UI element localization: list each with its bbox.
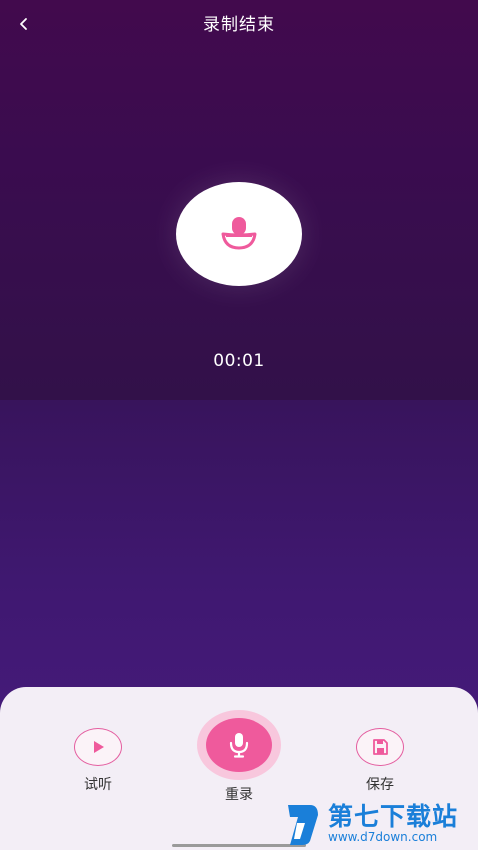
play-icon <box>94 741 104 753</box>
rerecord-button[interactable]: 重录 <box>197 710 281 804</box>
save-icon-ring <box>356 728 404 766</box>
watermark-url: www.d7down.com <box>328 830 438 844</box>
listen-label: 试听 <box>84 777 112 793</box>
rerecord-icon-core <box>206 718 272 772</box>
microphone-icon <box>221 217 257 250</box>
screen: 录制结束 00:01 试听 重录 保存 第七下载站 www.d7down.com <box>0 0 478 850</box>
save-label: 保存 <box>366 777 394 793</box>
rerecord-icon-ring <box>197 710 281 780</box>
watermark-name: 第七下载站 <box>328 802 459 831</box>
save-icon <box>373 739 388 755</box>
watermark: 第七下载站 www.d7down.com <box>284 797 478 850</box>
page-title: 录制结束 <box>203 15 275 35</box>
microphone-icon <box>229 733 249 758</box>
site-logo <box>288 804 318 845</box>
recording-status-circle <box>176 182 302 286</box>
save-button[interactable]: 保存 <box>356 728 404 794</box>
listen-button[interactable]: 试听 <box>74 728 122 794</box>
listen-icon-ring <box>74 728 122 766</box>
rerecord-label: 重录 <box>225 787 253 803</box>
recording-duration: 00:01 <box>213 351 265 371</box>
